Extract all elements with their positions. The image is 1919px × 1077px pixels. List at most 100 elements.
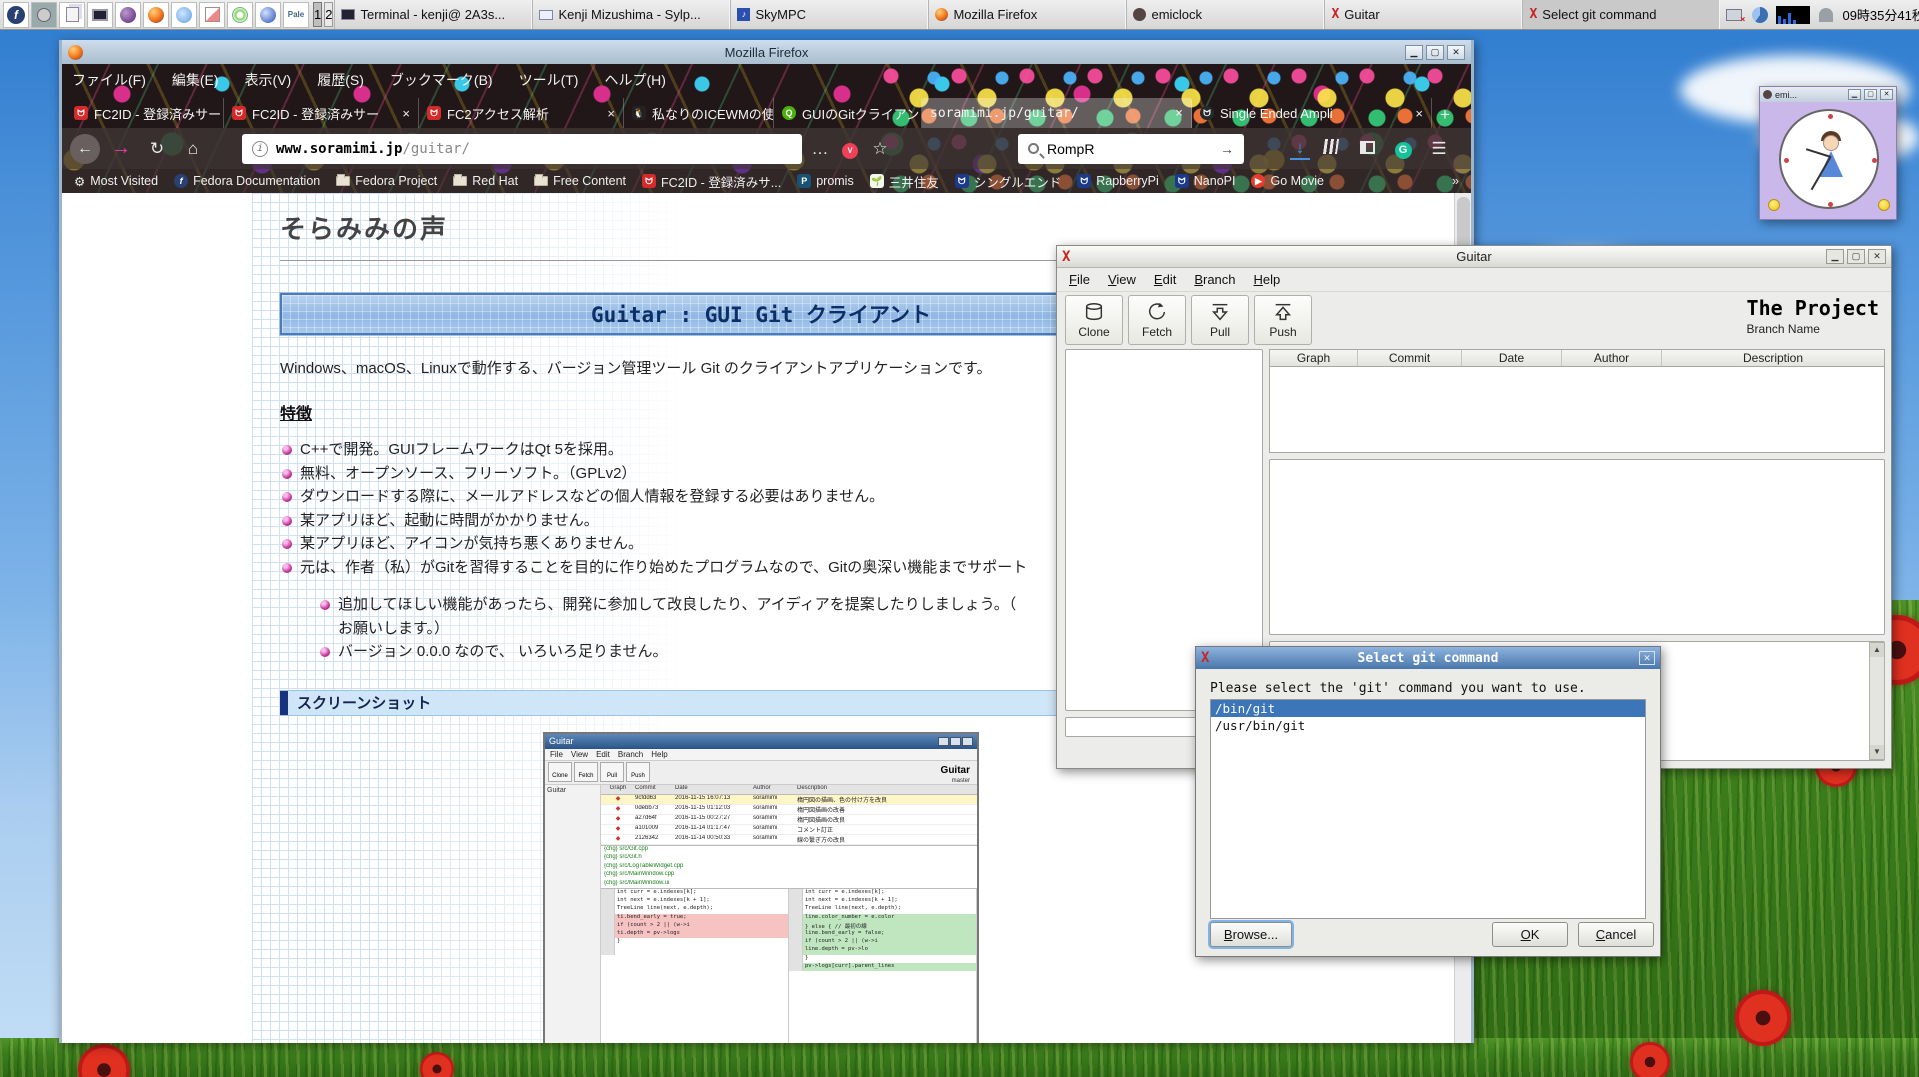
tab-fc2id-2[interactable]: ᗢFC2ID - 登録済みサー×: [224, 98, 419, 128]
taskbar-window-emiclock[interactable]: emiclock: [1126, 0, 1324, 29]
workspace-button-1[interactable]: 1: [313, 2, 322, 27]
pull-button[interactable]: Pull: [1191, 295, 1249, 345]
close-button[interactable]: ✕: [1868, 249, 1886, 264]
menu-history[interactable]: 履歴(S): [317, 70, 364, 90]
bookmark-red-hat[interactable]: Red Hat: [453, 174, 518, 188]
taskbar-window-terminal[interactable]: Terminal - kenji@ 2A3s...: [334, 0, 532, 29]
bookmark-smbc[interactable]: 🌱三井住友: [870, 172, 939, 191]
bookmark-fc2id[interactable]: ᗢFC2ID - 登録済みサ...: [642, 172, 781, 191]
git-path-option-selected[interactable]: /bin/git: [1211, 700, 1645, 717]
menu-help[interactable]: Help: [1254, 272, 1281, 287]
file-list-panel[interactable]: [1269, 459, 1885, 635]
reload-button[interactable]: ↻: [142, 139, 172, 159]
tab-close-icon[interactable]: ×: [1415, 106, 1423, 121]
ok-button[interactable]: OK: [1492, 922, 1568, 947]
taskbar-window-firefox[interactable]: Mozilla Firefox: [928, 0, 1126, 29]
column-date[interactable]: Date: [1462, 350, 1562, 366]
menu-branch[interactable]: Branch: [1194, 272, 1235, 287]
user-bust-tray-icon[interactable]: [1816, 5, 1836, 25]
pocket-icon[interactable]: ∨: [838, 138, 862, 159]
firefox-launcher-icon[interactable]: [143, 2, 169, 28]
system-monitor-tray-icon[interactable]: [1776, 5, 1810, 25]
bookmarks-overflow-chevron[interactable]: »: [1452, 174, 1459, 188]
taskbar-window-sylpheed[interactable]: Kenji Mizushima - Sylp...: [532, 0, 730, 29]
diff-panel-scrollbar[interactable]: ▲ ▼: [1869, 642, 1885, 760]
tab-fc2-analytics[interactable]: ᗢFC2アクセス解析×: [419, 98, 624, 128]
bookmark-fedora-docs[interactable]: fFedora Documentation: [174, 174, 320, 188]
maximize-button[interactable]: ▢: [1847, 249, 1865, 264]
emiclock-titlebar[interactable]: emi... ▁ ▢ ✕: [1760, 87, 1896, 102]
tab-fc2id-1[interactable]: ᗢFC2ID - 登録済みサー×: [66, 98, 224, 128]
close-button[interactable]: ✕: [1639, 651, 1655, 665]
bookmark-github-raspberrypi[interactable]: ᗢRapberryPi: [1077, 174, 1159, 188]
url-bar[interactable]: i www.soramimi.jp/guitar/: [242, 134, 802, 164]
bookmark-github-single-ended[interactable]: ᗢシングルエンド: [955, 172, 1062, 191]
taskbar-window-select-git-command[interactable]: XSelect git command: [1522, 0, 1720, 29]
menu-view[interactable]: 表示(V): [245, 70, 292, 90]
browse-button[interactable]: Browse...: [1210, 922, 1292, 947]
bookmark-most-visited[interactable]: ⚙Most Visited: [74, 174, 158, 189]
column-commit[interactable]: Commit: [1358, 350, 1462, 366]
cancel-button[interactable]: Cancel: [1578, 922, 1654, 947]
page-actions-icon[interactable]: …: [808, 139, 832, 159]
bookmark-free-content[interactable]: Free Content: [534, 174, 626, 188]
cd-launcher-icon[interactable]: [227, 2, 253, 28]
clone-button[interactable]: Clone: [1065, 295, 1123, 345]
column-graph[interactable]: Graph: [1270, 350, 1358, 366]
tab-close-icon[interactable]: ×: [402, 106, 410, 121]
forward-button[interactable]: →: [106, 137, 136, 160]
tab-close-icon[interactable]: ×: [607, 106, 615, 121]
push-button[interactable]: Push: [1254, 295, 1312, 345]
close-button[interactable]: ✕: [1880, 89, 1893, 100]
site-info-icon[interactable]: i: [252, 141, 268, 157]
fedora-spinner-tray-icon[interactable]: [1750, 5, 1770, 25]
minimize-button[interactable]: ▁: [1405, 45, 1423, 60]
downloads-icon[interactable]: ↓: [1290, 138, 1310, 160]
bookmark-promis[interactable]: Ppromis: [797, 174, 854, 188]
guitar-titlebar[interactable]: X Guitar ▁ ▢ ✕: [1057, 246, 1891, 268]
hamburger-menu-icon[interactable]: ☰: [1424, 139, 1454, 159]
menu-bookmarks[interactable]: ブックマーク(B): [390, 70, 493, 90]
bookmark-github-nanopi[interactable]: ᗢNanoPI: [1175, 174, 1236, 188]
printer-tray-icon[interactable]: ×: [1724, 5, 1744, 25]
menu-edit[interactable]: 編集(E): [172, 70, 219, 90]
menu-help[interactable]: ヘルプ(H): [604, 70, 665, 90]
sylpheed-launcher-icon[interactable]: [255, 2, 281, 28]
screenshot-launcher-icon[interactable]: [31, 2, 57, 28]
new-tab-button[interactable]: +: [1432, 102, 1458, 128]
library-icon[interactable]: [1316, 139, 1346, 159]
maximize-button[interactable]: ▢: [1426, 45, 1444, 60]
tab-icewm[interactable]: 🐧私なりのICEWMの使い×: [624, 98, 774, 128]
maximize-button[interactable]: ▢: [1864, 89, 1877, 100]
scroll-down-icon[interactable]: ▼: [1870, 745, 1884, 759]
search-go-icon[interactable]: →: [1220, 141, 1234, 157]
firefox-titlebar[interactable]: Mozilla Firefox ▁ ▢ ✕: [62, 40, 1471, 64]
minimize-button[interactable]: ▁: [1848, 89, 1861, 100]
commit-table-body[interactable]: [1269, 367, 1885, 453]
bookmark-fedora-project[interactable]: Fedora Project: [336, 174, 437, 188]
menu-tools[interactable]: ツール(T): [519, 70, 579, 90]
bookmark-star-icon[interactable]: ☆: [868, 139, 892, 159]
taskbar-window-guitar[interactable]: XGuitar: [1324, 0, 1522, 29]
menu-edit[interactable]: Edit: [1154, 272, 1176, 287]
tab-soramimi-guitar-active[interactable]: soramimi.jp/guitar/×: [922, 98, 1192, 128]
tab-qiita-git-client[interactable]: QGUIのGitクライアン×: [774, 98, 922, 128]
git-path-option[interactable]: /usr/bin/git: [1211, 717, 1645, 734]
taskbar-window-skympc[interactable]: ♪SkyMPC: [730, 0, 928, 29]
pale-moon-launcher-icon[interactable]: Pale: [283, 2, 309, 28]
tab-github-single-ended[interactable]: ᗢSingle Ended Ampli×: [1192, 98, 1432, 128]
sidebar-icon[interactable]: [1352, 139, 1382, 159]
menu-view[interactable]: View: [1108, 272, 1136, 287]
column-author[interactable]: Author: [1562, 350, 1662, 366]
workspace-button-2[interactable]: 2: [324, 2, 333, 27]
home-button[interactable]: ⌂: [178, 139, 208, 159]
photo-launcher-icon[interactable]: [199, 2, 225, 28]
git-path-listbox[interactable]: /bin/git /usr/bin/git: [1210, 699, 1646, 919]
back-button[interactable]: ←: [70, 134, 100, 164]
guitar-launcher-icon[interactable]: [171, 2, 197, 28]
tab-close-icon[interactable]: ×: [1175, 106, 1183, 121]
column-description[interactable]: Description: [1662, 350, 1884, 366]
bookmark-go-movie[interactable]: ▶Go Movie: [1251, 174, 1324, 188]
search-bar[interactable]: RompR →: [1018, 134, 1244, 164]
close-button[interactable]: ✕: [1447, 45, 1465, 60]
